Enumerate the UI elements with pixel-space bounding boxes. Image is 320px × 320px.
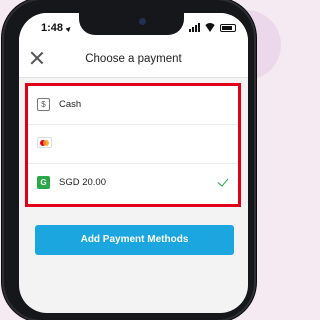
phone-frame: 1:48▲ Choose a payment $ Cash G SGD 20.0… <box>4 0 254 320</box>
payment-option-mastercard[interactable] <box>28 125 238 164</box>
signal-icon <box>189 23 200 32</box>
battery-icon <box>220 24 236 32</box>
payment-option-wallet[interactable]: G SGD 20.00 <box>28 164 238 203</box>
page-title: Choose a payment <box>85 53 182 65</box>
cash-icon: $ <box>37 98 50 111</box>
payment-option-label: SGD 20.00 <box>59 177 106 188</box>
payment-option-label: Cash <box>59 99 82 110</box>
location-arrow-icon: ▲ <box>63 22 75 35</box>
notch <box>79 13 184 35</box>
header: Choose a payment <box>19 43 248 78</box>
wallet-icon: G <box>37 176 50 189</box>
payment-option-cash[interactable]: $ Cash <box>28 86 238 125</box>
wifi-icon <box>204 23 216 32</box>
status-time: 1:48▲ <box>41 22 75 35</box>
app-screen: 1:48▲ Choose a payment $ Cash G SGD 20.0… <box>19 13 248 313</box>
add-payment-methods-button[interactable]: Add Payment Methods <box>35 225 234 255</box>
status-icons <box>189 23 236 32</box>
camera-icon <box>139 18 146 25</box>
mastercard-icon <box>37 137 52 148</box>
status-time-text: 1:48 <box>41 22 64 34</box>
check-icon <box>217 175 229 187</box>
payment-list: $ Cash G SGD 20.00 <box>25 83 241 207</box>
